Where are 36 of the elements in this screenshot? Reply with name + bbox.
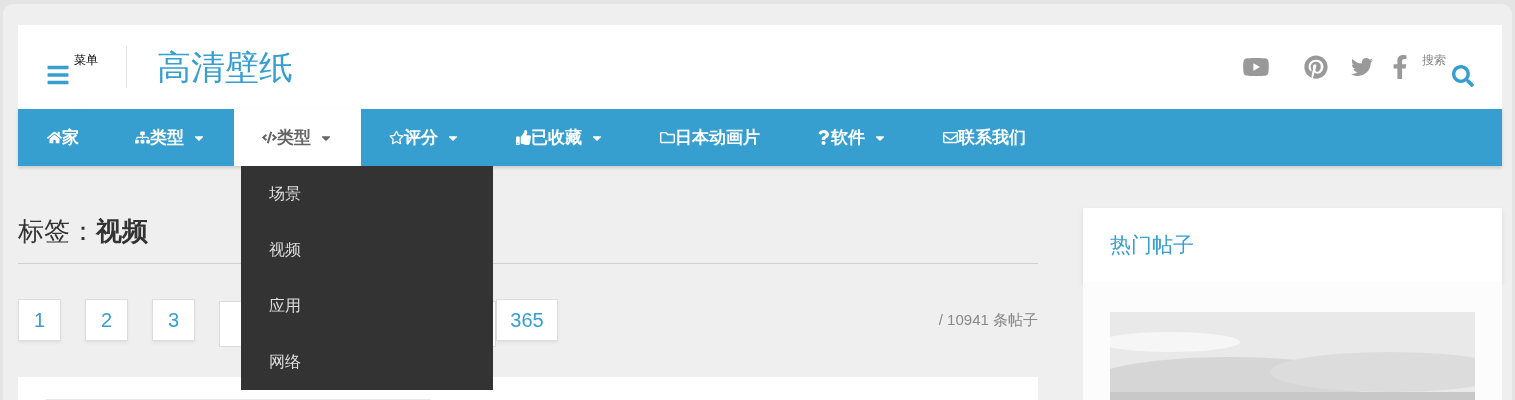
sitemap-icon <box>135 130 150 145</box>
code-icon <box>262 130 277 145</box>
dropdown-item[interactable]: 应用 <box>241 278 493 334</box>
dropdown-item[interactable]: 视频 <box>241 222 493 278</box>
page-title: 标签：视频 <box>18 216 148 246</box>
nav-item[interactable]: 家 <box>19 109 107 166</box>
pinterest-icon[interactable] <box>1304 55 1328 79</box>
twitter-icon[interactable] <box>1350 56 1374 78</box>
nav-item[interactable]: 类型 <box>234 109 361 166</box>
nav-item[interactable]: 日本动画片 <box>632 109 788 166</box>
dropdown-item[interactable]: 场景 <box>241 166 493 222</box>
star-icon <box>389 130 404 145</box>
site-logo[interactable]: 高清壁纸 <box>157 50 293 84</box>
page-link[interactable]: 365 <box>496 299 558 341</box>
facebook-icon[interactable] <box>1392 55 1408 79</box>
page-link[interactable]: 3 <box>152 299 195 341</box>
youtube-icon[interactable] <box>1242 55 1270 79</box>
menu-button[interactable]: 菜单 <box>46 47 98 87</box>
thumbs-up-icon <box>516 130 531 145</box>
nav-item[interactable]: 评分 <box>361 109 488 166</box>
dropdown-item[interactable]: 网络 <box>241 334 493 390</box>
sidebar-title: 热门帖子 <box>1110 232 1194 259</box>
envelope-icon <box>943 130 958 145</box>
nav-item[interactable]: 软件 <box>788 109 915 166</box>
nav-item[interactable]: 类型 <box>107 109 234 166</box>
question-icon <box>816 130 831 145</box>
search-button[interactable]: 搜索 <box>1422 47 1474 87</box>
search-icon <box>1452 65 1474 87</box>
nav-item[interactable]: 已收藏 <box>488 109 632 166</box>
home-icon <box>47 130 62 145</box>
page-link[interactable]: 1 <box>18 299 61 341</box>
nav-item[interactable]: 联系我们 <box>915 109 1054 166</box>
folder-icon <box>660 130 675 145</box>
post-count: / 10941 条帖子 <box>938 309 1038 330</box>
page-link[interactable]: 2 <box>85 299 128 341</box>
menu-icon <box>46 63 70 87</box>
